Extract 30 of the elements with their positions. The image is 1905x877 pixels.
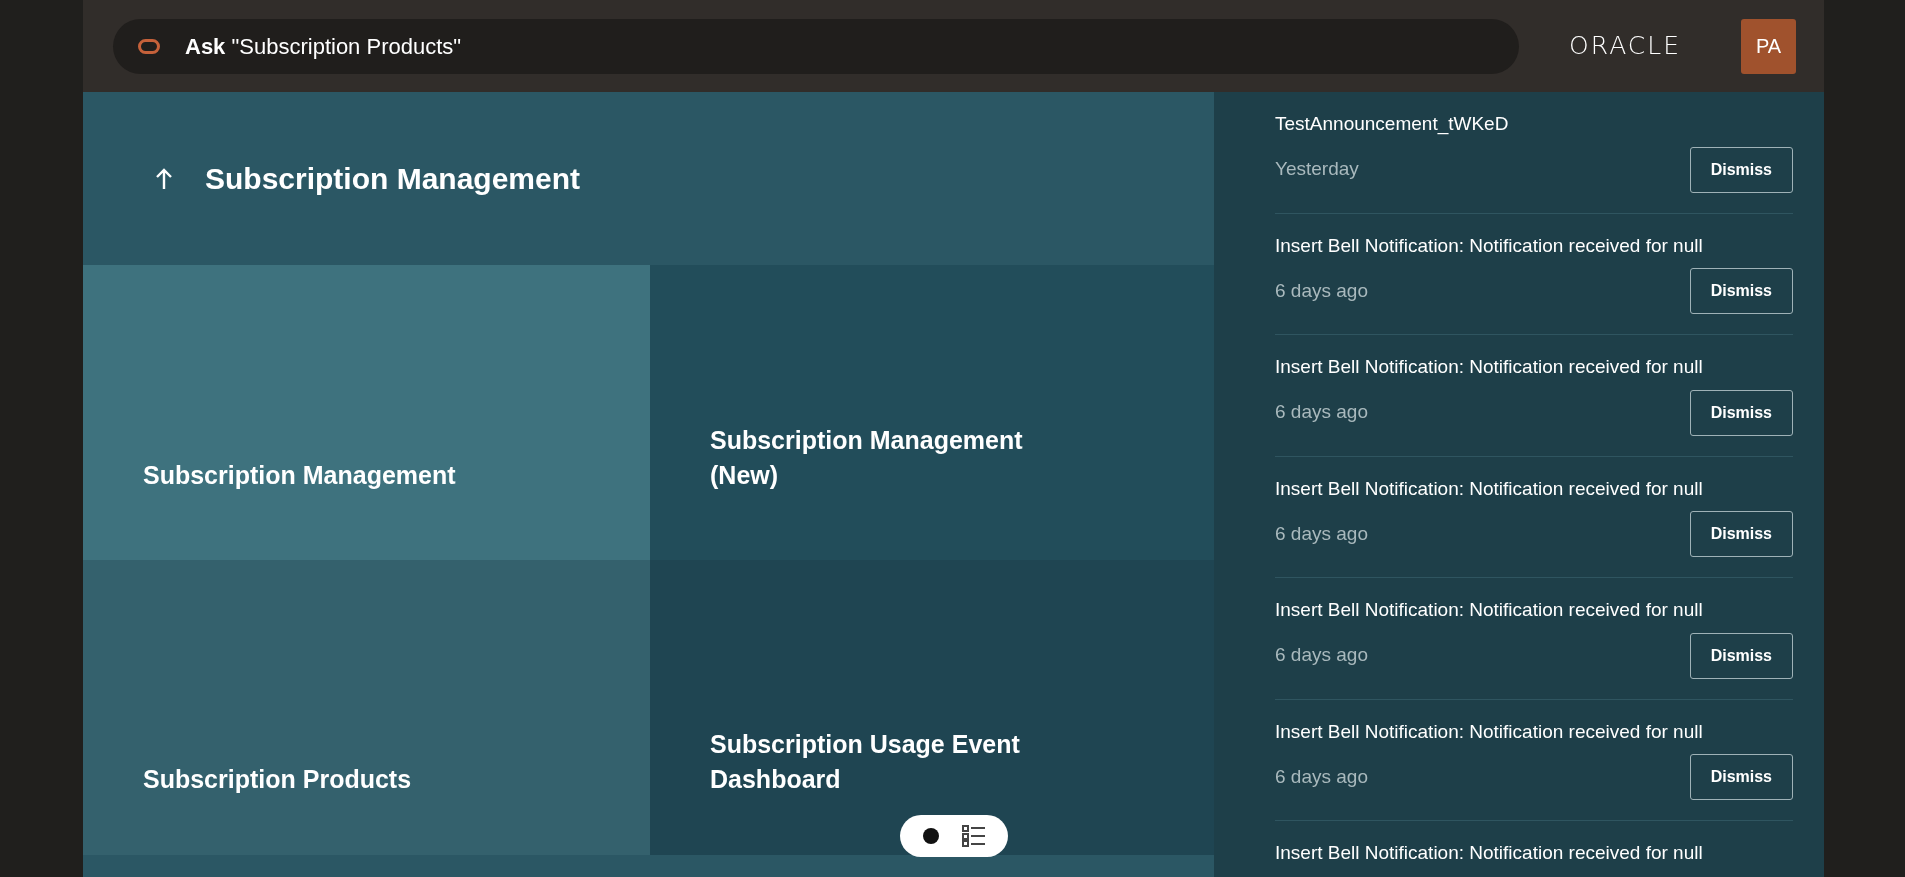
notification-title: Insert Bell Notification: Notification received for null (1275, 476, 1704, 501)
dismiss-button[interactable]: Dismiss (1689, 632, 1793, 679)
search-query: Ask "Subscription Products" (185, 32, 462, 61)
dismiss-button[interactable]: Dismiss (1689, 389, 1793, 436)
notification-time: 6 days ago (1275, 521, 1368, 546)
up-arrow-icon[interactable] (155, 167, 173, 190)
notification-time: 6 days ago (1275, 643, 1368, 668)
notification-title: Insert Bell Notification: Notification received for null (1275, 719, 1704, 744)
dismiss-button[interactable]: Dismiss (1689, 268, 1793, 314)
user-avatar[interactable]: PA (1741, 18, 1796, 74)
notification-time: Yesterday (1275, 157, 1359, 182)
ring-icon (138, 38, 160, 54)
app-tile[interactable]: Subscription Usage Event Dashboard (650, 560, 1214, 855)
banner-title: Subscription Management (205, 160, 581, 197)
logo-text: ORACLE (1569, 30, 1681, 63)
notification-title: Insert Bell Notification: Notification received for null (1275, 841, 1704, 865)
notification-title: Insert Bell Notification: Notification received for null (1275, 233, 1704, 258)
notification-title: Insert Bell Notification: Notification received for null (1275, 355, 1704, 379)
ask-search-field[interactable]: Ask "Subscription Products" (113, 18, 1520, 74)
dismiss-button[interactable]: Dismiss (1689, 511, 1793, 557)
app-tile[interactable]: Subscription Products (83, 560, 650, 855)
app-tile[interactable]: Subscription Management (New) (650, 265, 1214, 560)
dismiss-button[interactable]: Dismiss (1689, 146, 1793, 193)
dismiss-button[interactable]: Dismiss (1689, 754, 1793, 800)
notification-time: 6 days ago (1275, 764, 1368, 789)
app-tile[interactable]: Subscription Management (83, 265, 650, 560)
notification-time: 6 days ago (1275, 400, 1368, 425)
notification-time: 6 days ago (1275, 278, 1368, 303)
notification-title: TestAnnouncement_tWKeD (1275, 112, 1510, 137)
notification-title: Insert Bell Notification: Notification received for null (1275, 598, 1704, 622)
